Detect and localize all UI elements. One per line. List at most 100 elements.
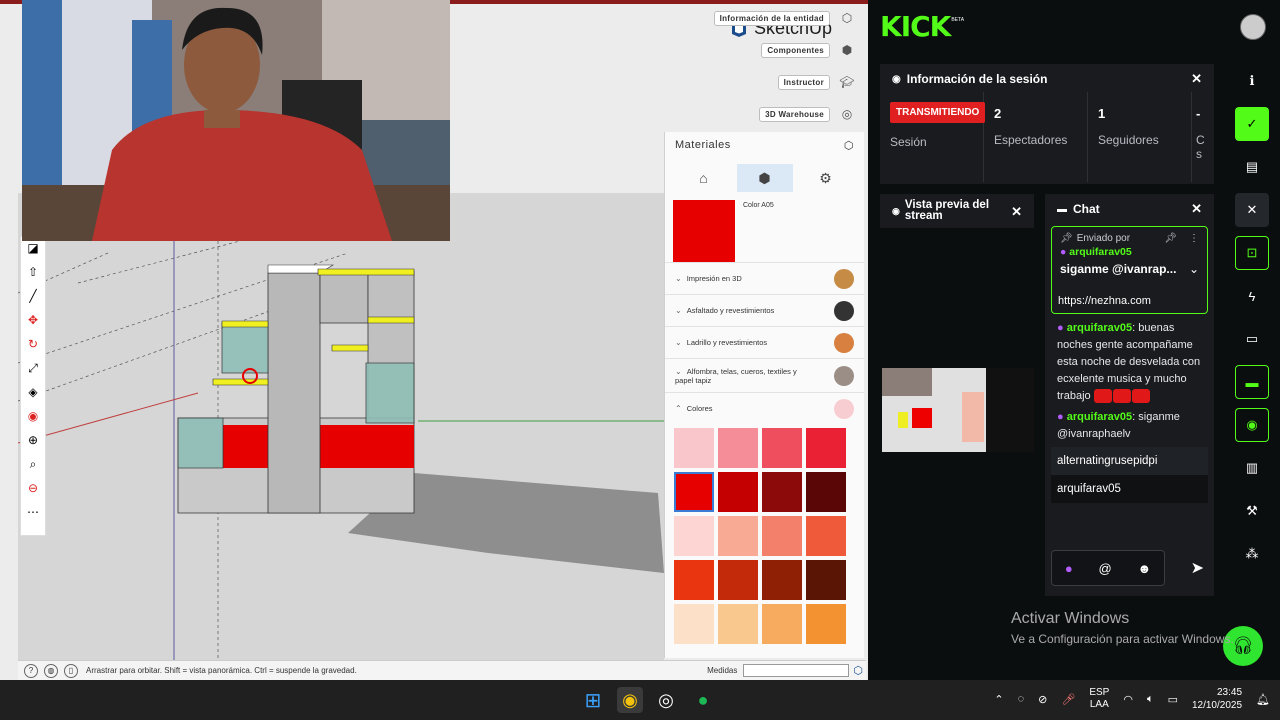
color-swatch[interactable] (762, 516, 802, 556)
send-icon[interactable]: ➤ (1191, 558, 1204, 578)
chrome-icon[interactable]: ◉ (617, 687, 643, 713)
close-preview-icon[interactable]: ✕ (1011, 205, 1022, 218)
wrench-icon[interactable]: ⚒ (1235, 494, 1269, 528)
material-category[interactable]: ⌄ Ladrillo y revestimientos (665, 326, 864, 358)
tab-instructor[interactable]: Instructor 🎓︎ (777, 70, 858, 94)
line-tool-icon[interactable]: ╱ (29, 289, 36, 306)
tab-components[interactable]: Componentes ⬢ (761, 38, 858, 62)
color-swatch[interactable] (674, 516, 714, 556)
paint-bucket-tool-icon[interactable]: ◈ (28, 385, 37, 402)
spotify-icon[interactable]: ● (690, 687, 716, 713)
chat-input[interactable]: ● @ ☻ (1051, 550, 1165, 586)
clock-time: 23:45 (1217, 687, 1243, 698)
nodes-icon[interactable]: ⁂ (1235, 537, 1269, 571)
push-pull-tool-icon[interactable]: ⇧ (28, 265, 38, 282)
tab-3d-warehouse[interactable]: 3D Warehouse ◎ (759, 102, 858, 126)
color-swatch[interactable] (718, 516, 758, 556)
obs-icon[interactable]: ◎ (653, 687, 679, 713)
tape-measure-tool-icon[interactable]: ◉ (28, 409, 38, 426)
pin-action-icon[interactable]: 📌︎ (1164, 233, 1177, 244)
stream-preview-thumbnail[interactable] (882, 368, 1034, 452)
scale-tool-icon[interactable]: ⤢ (28, 361, 38, 378)
microphone-icon[interactable]: 🎤︎ (1061, 693, 1075, 706)
stream-preview-panel: ◉ Vista previa del stream ✕ (880, 194, 1034, 596)
color-swatch[interactable] (806, 560, 846, 600)
color-swatch[interactable] (674, 560, 714, 600)
eraser-tool-icon[interactable]: ◪ (27, 241, 38, 258)
material-category[interactable]: ⌄ Alfombra, telas, cueros, textiles y pap… (665, 358, 864, 392)
emoji-icon[interactable]: ☻ (1137, 561, 1151, 576)
color-swatch[interactable] (718, 604, 758, 644)
kick-logo[interactable]: KICK (880, 10, 951, 43)
info-icon[interactable]: ℹ (1235, 64, 1269, 98)
category-thumbnail (834, 300, 854, 321)
color-swatch[interactable] (762, 428, 802, 468)
material-category[interactable]: ⌄ Asfaltado y revestimientos (665, 294, 864, 326)
close-icon[interactable]: ✕ (1235, 193, 1269, 227)
color-swatch[interactable] (762, 472, 802, 512)
material-category[interactable]: ⌃ Colores (665, 392, 864, 424)
color-swatch[interactable] (806, 472, 846, 512)
broadcast-icon[interactable]: ◉ (1235, 408, 1269, 442)
settings-icon[interactable]: ⚙ (798, 164, 854, 192)
notification-icon[interactable]: 🔔︎ (1256, 693, 1270, 706)
color-swatch[interactable] (674, 472, 714, 512)
color-swatch[interactable] (806, 428, 846, 468)
category-label-wrap: ⌄ Ladrillo y revestimientos (675, 338, 767, 347)
zoom-tool-icon[interactable]: ⌕ (30, 457, 37, 474)
battery-icon[interactable]: ▭ (1168, 693, 1178, 706)
help-icon[interactable]: ? (24, 663, 38, 678)
color-swatch[interactable] (762, 560, 802, 600)
globe-icon[interactable]: ◍ (44, 663, 58, 678)
measures-input[interactable] (743, 664, 850, 677)
cube-icon: ⬡ (841, 11, 853, 25)
color-swatch[interactable] (806, 604, 846, 644)
chat-username[interactable]: arquifarav05 (1067, 411, 1132, 423)
material-category[interactable]: ⌄ Impresión en 3D (665, 262, 864, 294)
camera-off-icon[interactable]: ⊘ (1038, 693, 1047, 706)
more-icon[interactable]: ⋮ (1189, 233, 1199, 244)
camera-icon[interactable]: ⊡ (1235, 236, 1269, 270)
chat-username[interactable]: arquifarav05 (1067, 322, 1132, 334)
move-tool-icon[interactable]: ✥ (28, 313, 38, 330)
check-icon[interactable]: ✓ (1235, 107, 1269, 141)
color-swatch[interactable] (718, 472, 758, 512)
rotate-tool-icon[interactable]: ↻ (28, 337, 38, 354)
chevron-down-icon[interactable]: ⌄ (1189, 262, 1199, 276)
orbit-tool-icon[interactable]: ⊕ (28, 433, 38, 450)
home-icon[interactable]: ⌂ (676, 164, 732, 192)
kick-side-rail: ℹ ✓ ▤ ✕ ⊡ ϟ ▭ ▬ ◉ ▥ ⚒ ⁂ (1224, 52, 1280, 680)
suggestion-item[interactable]: alternatingrusepidpi (1051, 447, 1208, 475)
color-swatch[interactable] (718, 560, 758, 600)
pinned-url[interactable]: https://nezhna.com (1058, 295, 1151, 307)
chat-icon[interactable]: ▬ (1235, 365, 1269, 399)
color-swatch[interactable] (806, 516, 846, 556)
suggestion-item[interactable]: arquifarav05 (1051, 475, 1208, 503)
windows-start-icon[interactable]: ⊞ (580, 687, 606, 713)
close-chat-icon[interactable]: ✕ (1191, 201, 1202, 217)
chevron-up-icon[interactable]: ⌃ (994, 693, 1003, 706)
section-plane-tool-icon[interactable]: ⊖ (28, 481, 38, 498)
color-swatch[interactable] (674, 604, 714, 644)
wifi-icon[interactable]: ◠ (1123, 693, 1133, 706)
3d-model-viewport[interactable] (18, 193, 664, 660)
tab-entity-info[interactable]: Información de la entidad ⬡ (713, 6, 858, 30)
materials-title: Materiales (675, 139, 731, 151)
close-session-icon[interactable]: ✕ (1191, 71, 1202, 87)
layout-icon[interactable]: ▤ (1235, 150, 1269, 184)
security-icon[interactable]: ◌ (1018, 693, 1025, 705)
materials-cube-icon[interactable]: ⬡ (844, 139, 854, 152)
language-indicator[interactable]: ESP LAA (1089, 687, 1109, 711)
video-icon[interactable]: ▥ (1235, 451, 1269, 485)
document-icon[interactable]: ▭ (1235, 322, 1269, 356)
color-swatch[interactable] (718, 428, 758, 468)
color-swatch[interactable] (674, 428, 714, 468)
color-swatch[interactable] (762, 604, 802, 644)
materials-in-model-icon[interactable]: ⬢ (736, 164, 793, 192)
pinned-user-name[interactable]: arquifarav05 (1069, 246, 1131, 258)
lightning-icon[interactable]: ϟ (1235, 279, 1269, 313)
volume-icon[interactable]: 🔈︎ (1147, 693, 1154, 706)
more-tools-icon[interactable]: ⋯ (27, 505, 39, 522)
user-avatar[interactable] (1240, 14, 1266, 40)
clock[interactable]: 23:45 12/10/2025 (1192, 686, 1242, 712)
